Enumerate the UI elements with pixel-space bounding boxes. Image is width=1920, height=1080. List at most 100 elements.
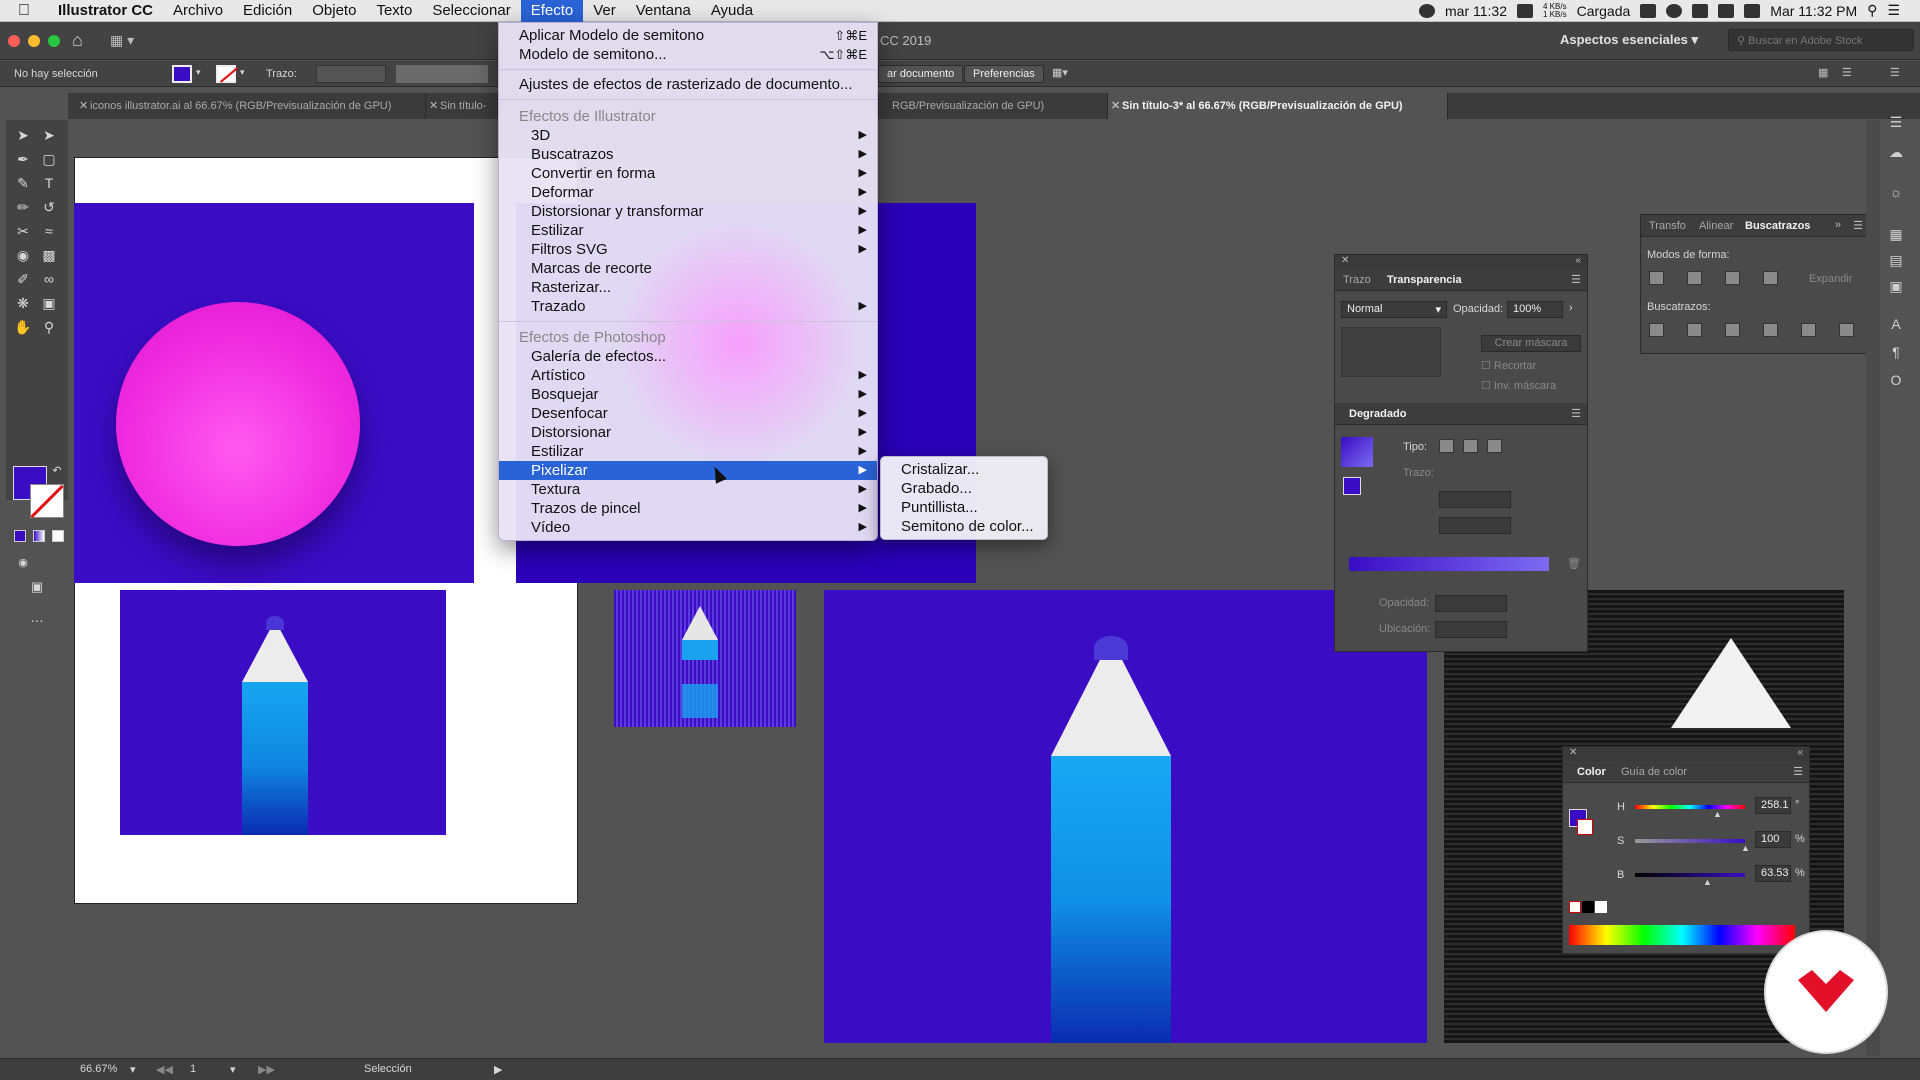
saturation-slider[interactable] xyxy=(1635,839,1745,843)
panel-menu-icon[interactable]: ☰ xyxy=(1571,273,1581,286)
menu-efecto[interactable]: Efecto xyxy=(520,0,584,22)
clip-checkbox[interactable]: ☐ Recortar xyxy=(1481,359,1536,372)
menu-ventana[interactable]: Ventana xyxy=(626,0,701,22)
cpu-monitor-icon[interactable] xyxy=(1517,3,1533,18)
gradient-fill-swatch[interactable] xyxy=(1343,477,1361,495)
submenu-item-puntillista[interactable]: Puntillista... xyxy=(901,498,978,517)
menu-item-distorsionar-transformar[interactable]: Distorsionar y transformar ▶ xyxy=(499,202,877,221)
invert-mask-checkbox[interactable]: ☐ Inv. máscara xyxy=(1481,379,1556,392)
eyedropper-tool-icon[interactable]: ✐ xyxy=(12,268,34,290)
tab-gpu[interactable]: RGB/Previsualización de GPU) xyxy=(878,93,1108,119)
tab-transfo[interactable]: Transfo xyxy=(1649,220,1686,232)
rectangle-tool-icon[interactable]: ▢ xyxy=(38,148,60,170)
gradient-angle-field[interactable] xyxy=(1439,491,1511,508)
scissors-tool-icon[interactable]: ✂ xyxy=(12,220,34,242)
menu-item-galeria-efectos[interactable]: Galería de efectos... xyxy=(499,347,877,366)
color-spectrum[interactable] xyxy=(1569,925,1795,945)
panel-menu-icon[interactable]: ☰ xyxy=(1890,66,1900,79)
appearance-icon[interactable]: ☼ xyxy=(1886,184,1906,202)
submenu-item-grabado[interactable]: Grabado... xyxy=(901,479,972,498)
menu-item-filtros-svg[interactable]: Filtros SVG ▶ xyxy=(499,240,877,259)
volume-icon[interactable] xyxy=(1718,3,1735,18)
draw-mode-icon[interactable]: ◉ xyxy=(12,552,34,574)
pink-sphere[interactable] xyxy=(116,302,360,546)
selection-tool-icon[interactable]: ➤ xyxy=(12,124,34,146)
pencil-tool-icon[interactable]: ✏ xyxy=(12,196,34,218)
paintbrush-tool-icon[interactable]: ✎ xyxy=(12,172,34,194)
close-tab-icon[interactable]: ✕ xyxy=(429,93,438,119)
stroke-dropdown-icon[interactable]: ▾ xyxy=(240,67,245,78)
none-swatch[interactable] xyxy=(1569,901,1581,913)
menu-item-estilizar-ps[interactable]: Estilizar ▶ xyxy=(499,442,877,461)
direct-selection-tool-icon[interactable]: ➤ xyxy=(38,124,60,146)
close-panel-icon[interactable]: ✕ xyxy=(1341,255,1349,266)
more-tools-icon[interactable]: … xyxy=(26,606,48,628)
transform-icon[interactable]: ☰ xyxy=(1842,66,1852,79)
close-panel-icon[interactable]: ✕ xyxy=(1569,747,1577,758)
battery-status[interactable]: Cargada xyxy=(1577,3,1631,19)
swap-colors-icon[interactable]: ↶ xyxy=(46,460,68,482)
linear-gradient-icon[interactable] xyxy=(1439,439,1454,453)
create-mask-button[interactable]: Crear máscara xyxy=(1481,335,1581,352)
workspace-switcher[interactable]: Aspectos esenciales ▾ xyxy=(1560,32,1698,48)
menu-item-halftone-model[interactable]: Modelo de semitono... ⌥⇧⌘E xyxy=(499,45,877,64)
menu-app-name[interactable]: Illustrator CC xyxy=(48,0,163,22)
divide-icon[interactable] xyxy=(1649,323,1664,337)
artboard-number[interactable]: 1 xyxy=(190,1063,196,1075)
crop-icon[interactable] xyxy=(1763,323,1778,337)
expand-button[interactable]: Expandir xyxy=(1809,273,1852,285)
delete-stop-icon[interactable]: 🗑 xyxy=(1567,557,1581,570)
panel-menu-icon[interactable]: ☰ xyxy=(1793,765,1803,778)
variable-width-field[interactable] xyxy=(396,65,488,83)
opacity-arrow-icon[interactable]: › xyxy=(1569,302,1573,314)
align-icon[interactable]: ▦ xyxy=(1818,66,1828,79)
artboard-dropdown-icon[interactable]: ▾ xyxy=(230,1063,236,1076)
gradient-aspect-field[interactable] xyxy=(1439,517,1511,534)
tab-guia-de-color[interactable]: Guía de color xyxy=(1621,766,1687,778)
panel-menu-icon[interactable]: ☰ xyxy=(1853,219,1863,232)
color-stroke-swatch[interactable] xyxy=(1577,819,1593,835)
dropbox-icon[interactable] xyxy=(1640,3,1657,18)
submenu-item-semitono-color[interactable]: Semitono de color... xyxy=(901,517,1034,536)
radial-gradient-icon[interactable] xyxy=(1463,439,1478,453)
menu-item-video[interactable]: Vídeo ▶ xyxy=(499,518,877,537)
submenu-item-cristalizar[interactable]: Cristalizar... xyxy=(901,460,979,479)
sphere-artwork-bg[interactable] xyxy=(74,203,474,583)
collapse-panel-icon[interactable]: « xyxy=(1575,255,1581,266)
apple-icon[interactable]:  xyxy=(0,2,48,20)
menu-archivo[interactable]: Archivo xyxy=(163,0,233,22)
tab-iconos[interactable]: ✕ iconos illustrator.ai al 66.67% (RGB/Pr… xyxy=(76,93,426,119)
menu-item-textura[interactable]: Textura ▶ xyxy=(499,480,877,499)
pathfinder-panel-icon[interactable]: ▣ xyxy=(1886,278,1906,296)
menu-seleccionar[interactable]: Seleccionar xyxy=(422,0,520,22)
search-spotlight-icon[interactable] xyxy=(1666,3,1683,18)
wifi-icon[interactable] xyxy=(1692,3,1709,18)
paragraph-icon[interactable]: ¶ xyxy=(1886,344,1906,362)
menu-item-apply-halftone[interactable]: Aplicar Modelo de semitono ⇧⌘E xyxy=(499,26,877,45)
menu-edicion[interactable]: Edición xyxy=(233,0,302,22)
outline-icon[interactable] xyxy=(1801,323,1816,337)
record-icon[interactable] xyxy=(1419,3,1435,18)
opentype-icon[interactable]: O xyxy=(1886,372,1906,390)
menu-item-artistico[interactable]: Artístico ▶ xyxy=(499,366,877,385)
menu-item-marcas-recorte[interactable]: Marcas de recorte xyxy=(499,259,877,278)
screen-mode-icon[interactable]: ▣ xyxy=(26,576,48,598)
menu-item-rasterizar[interactable]: Rasterizar... xyxy=(499,278,877,297)
white-swatch[interactable] xyxy=(1595,901,1607,913)
opacity-field[interactable]: 100% xyxy=(1507,301,1563,318)
zoom-tool-icon[interactable]: ⚲ xyxy=(38,316,60,338)
none-mode-icon[interactable] xyxy=(52,530,64,542)
black-swatch[interactable] xyxy=(1582,901,1594,913)
clock-short[interactable]: mar 11:32 xyxy=(1445,3,1507,19)
hue-slider-thumb[interactable]: ▲ xyxy=(1713,809,1722,819)
close-tab-icon[interactable]: ✕ xyxy=(1111,93,1120,119)
exclude-icon[interactable] xyxy=(1763,271,1778,285)
stroke-color-box[interactable] xyxy=(30,484,64,518)
menu-search-icon[interactable]: ⚲ xyxy=(1867,2,1877,19)
artboard-nav-first-icon[interactable]: ◀◀ xyxy=(156,1063,173,1076)
status-menu-icon[interactable]: ▶ xyxy=(494,1063,502,1076)
gradient-opacity-field[interactable] xyxy=(1435,595,1507,612)
merge-icon[interactable] xyxy=(1725,323,1740,337)
current-tool[interactable]: Selección xyxy=(364,1063,412,1075)
color-mode-icon[interactable] xyxy=(14,530,26,542)
